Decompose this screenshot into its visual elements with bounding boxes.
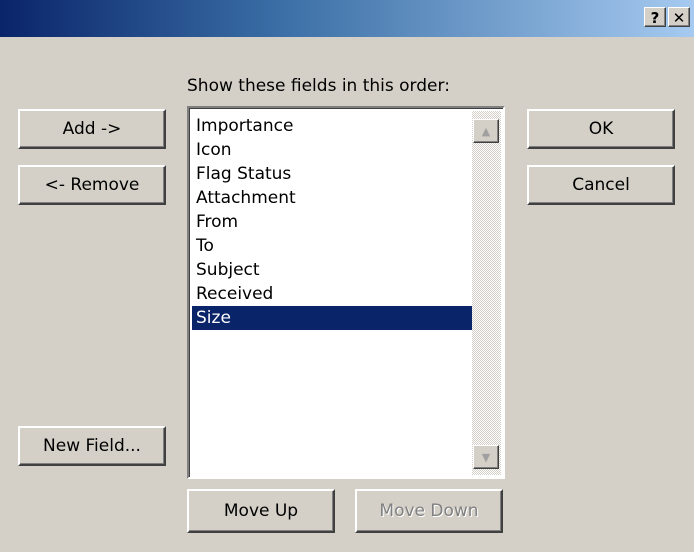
- scroll-down-button[interactable]: ▼: [473, 445, 499, 469]
- remove-button-label: <- Remove: [44, 175, 140, 195]
- list-item[interactable]: Received: [192, 282, 474, 306]
- cancel-button-label: Cancel: [572, 175, 630, 195]
- scroll-up-icon: ▲: [481, 124, 491, 138]
- scroll-down-icon: ▼: [481, 450, 491, 464]
- list-item[interactable]: To: [192, 234, 474, 258]
- vertical-scrollbar[interactable]: ▲ ▼: [472, 111, 501, 475]
- close-button[interactable]: ✕: [668, 7, 690, 27]
- help-button[interactable]: ?: [644, 7, 666, 27]
- help-icon: ?: [650, 9, 660, 27]
- list-item[interactable]: Flag Status: [192, 162, 474, 186]
- fields-order-label: Show these fields in this order:: [187, 76, 450, 96]
- new-field-button-label: New Field...: [43, 436, 141, 456]
- cancel-button[interactable]: Cancel: [527, 165, 675, 205]
- move-down-button-label: Move Down: [379, 501, 479, 521]
- list-item[interactable]: From: [192, 210, 474, 234]
- add-button[interactable]: Add ->: [18, 109, 166, 149]
- move-up-button[interactable]: Move Up: [187, 489, 335, 533]
- scroll-up-button[interactable]: ▲: [473, 119, 499, 143]
- list-item[interactable]: Attachment: [192, 186, 474, 210]
- new-field-button[interactable]: New Field...: [18, 426, 166, 466]
- move-down-button[interactable]: Move Down: [355, 489, 503, 533]
- remove-button[interactable]: <- Remove: [18, 165, 166, 205]
- list-item[interactable]: Size: [192, 306, 474, 330]
- ok-button[interactable]: OK: [527, 109, 675, 149]
- ok-button-label: OK: [588, 119, 614, 139]
- close-icon: ✕: [672, 9, 686, 27]
- fields-listbox[interactable]: Importance Icon Flag Status Attachment From T…: [187, 106, 505, 479]
- list-item[interactable]: Importance: [192, 114, 474, 138]
- list-item[interactable]: Subject: [192, 258, 474, 282]
- fields-list: Importance Icon Flag Status Attachment From T…: [192, 114, 474, 330]
- list-item[interactable]: Icon: [192, 138, 474, 162]
- add-button-label: Add ->: [62, 119, 122, 139]
- move-up-button-label: Move Up: [223, 501, 299, 521]
- title-bar[interactable]: ? ✕: [0, 0, 694, 38]
